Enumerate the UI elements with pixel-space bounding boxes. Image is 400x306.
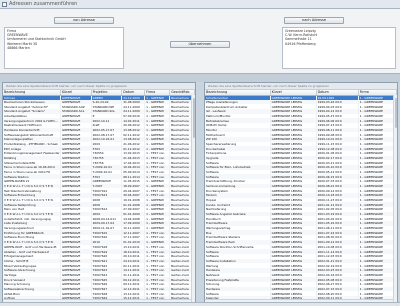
table-row[interactable]: Kompetenzzentrum Anbieter GREENWARE LEIPZ… (205, 104, 397, 110)
divider-strip (0, 73, 400, 82)
table-row[interactable]: Software für Büro, Lohnbetrieb GREENWARE … (205, 165, 397, 170)
title-bar: Adressen zusammenführen (0, 0, 400, 9)
table-cell: GREEN-Wolff - Gröf und Hardware-Pt (3, 244, 61, 250)
table-row[interactable]: Fremdsoftware Stellaris GREENWARE LEIPZIG… (205, 235, 397, 240)
table-cell: Entwicklungsmanagement Fassbender (3, 151, 61, 156)
window-title: Adressen zusammenführen (9, 1, 78, 7)
table-cell: V E R W A L T U N G S K O S T E N (3, 239, 61, 245)
table-cell: Ferne in Shein neue ab 16.06.2014 (3, 165, 61, 170)
apply-button[interactable]: übernehmen (170, 41, 230, 48)
table-row[interactable]: Software Installation GREENWARE LEIPZIG 20… (205, 258, 397, 264)
left-project-grid: Ziehen Sie eine Spaltenüberschrift hierh… (2, 82, 196, 304)
group-by-panel[interactable]: Ziehen Sie eine Spaltenüberschrift hierh… (3, 83, 195, 90)
table-row[interactable]: Speichererweiterung GREENWARE LEIPZIG 1999… (205, 141, 397, 147)
app-icon (2, 1, 7, 7)
right-project-table: Bezeichnung Kürzel Datum Firma Schaltenvorb… (205, 90, 397, 303)
table-row[interactable]: Software Angebot Gabriska GREENWARE LEIPZ… (205, 211, 397, 217)
table-cell: Softwareangebot Warenwirtschaft (3, 132, 61, 138)
table-row[interactable]: Erweiterung Festplatte GREENWARE LEIPZIG 2… (205, 277, 397, 282)
right-project-grid: Ziehen Sie eine Spaltenüberschrift hierh… (204, 82, 398, 304)
table-cell: V E R W A L T U N G S K O S T E N (3, 211, 61, 217)
table-row[interactable]: Pflege Auslieferungen GREENWARE LEIPZIG 19… (205, 99, 397, 105)
from-address-box: Firma GREENWAVE Umformerei und Stahlechn… (4, 27, 124, 69)
to-address-line: 04916 Pfaffenberg (285, 41, 316, 46)
table-row[interactable]: Fremdvermittlung, Drucker GREENWARE LEIPZ… (205, 179, 397, 184)
table-row[interactable]: Seminar-Anmeldung GREENWARE LEIPZIG 2000-0… (205, 183, 397, 189)
status-bar: ⋰ (0, 302, 400, 306)
table-cell: V E R W A L T U N G S K O S T E N (3, 183, 61, 189)
table-cell: V E R W A L T U N G S K O S T E N (3, 197, 61, 203)
scroll-thumb[interactable] (394, 98, 397, 128)
table-row[interactable]: Software Stockton Schriftenreihe GREENWAR… (205, 244, 397, 250)
scroll-thumb[interactable] (192, 98, 195, 138)
vertical-scrollbar[interactable] (191, 95, 195, 303)
table-cell: Produktkatalog - ZTHEKAND - Schaek (3, 141, 61, 147)
group-by-panel[interactable]: Ziehen Sie eine Spaltenüberschrift hierh… (205, 83, 397, 90)
table-row[interactable]: Fremdsoftware Pack GREENWARE LEIPZIG 2001-… (205, 239, 397, 245)
left-project-table: Bezeichnung Kürzel Projektnr. Datum Firma Ges… (3, 90, 195, 303)
to-address-box: Greenware Leipzig C.W. Kerrn-Rollstuhl S… (282, 27, 396, 69)
address-panel: von Adresse nach Adresse Firma GREENWAVE… (0, 9, 400, 82)
from-address-line: 48866 Marlen (7, 45, 30, 50)
vertical-scrollbar[interactable] (393, 95, 397, 303)
from-address-button[interactable]: von Adresse (54, 17, 114, 24)
to-address-button[interactable]: nach Adresse (284, 17, 344, 24)
table-cell: Versorgungszentrum 2002 & Hoffm... (3, 118, 61, 124)
